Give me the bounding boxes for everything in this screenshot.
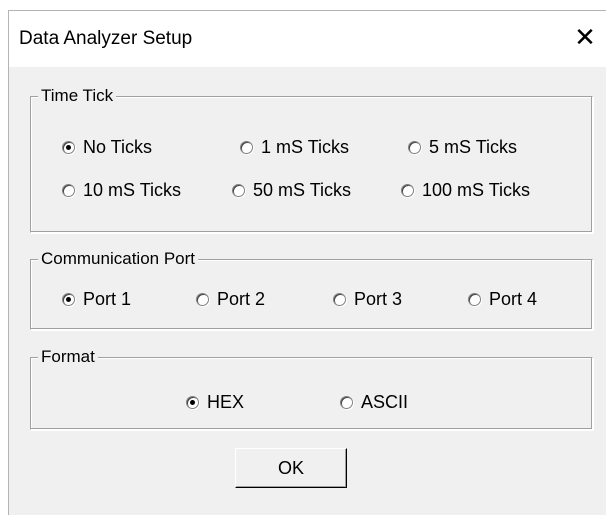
title-bar: Data Analyzer Setup ✕ xyxy=(9,11,606,67)
radio-100ms-ticks[interactable]: 100 mS Ticks xyxy=(401,180,530,201)
radio-no-ticks[interactable]: No Ticks xyxy=(62,137,152,158)
radio-unchecked-icon xyxy=(468,293,481,306)
radio-checked-icon xyxy=(186,396,199,409)
radio-checked-icon xyxy=(62,293,75,306)
radio-label: 10 mS Ticks xyxy=(83,180,182,200)
radio-port-2[interactable]: Port 2 xyxy=(196,289,265,310)
radio-hex[interactable]: HEX xyxy=(186,392,244,413)
communication-port-legend: Communication Port xyxy=(38,249,199,269)
time-tick-legend: Time Tick xyxy=(38,86,117,106)
format-legend: Format xyxy=(38,347,98,367)
radio-label: 50 mS Ticks xyxy=(253,180,352,200)
radio-1ms-ticks[interactable]: 1 mS Ticks xyxy=(240,137,349,158)
radio-port-1[interactable]: Port 1 xyxy=(62,289,131,310)
radio-50ms-ticks[interactable]: 50 mS Ticks xyxy=(232,180,351,201)
dialog-window: Data Analyzer Setup ✕ Time Tick No Ticks… xyxy=(8,10,606,515)
communication-port-group: Communication Port Port 1 Port 2 Port 3 … xyxy=(30,249,593,330)
ok-button-label: OK xyxy=(277,457,304,478)
radio-port-3[interactable]: Port 3 xyxy=(333,289,402,310)
radio-unchecked-icon xyxy=(408,141,421,154)
radio-unchecked-icon xyxy=(240,141,253,154)
radio-checked-icon xyxy=(62,141,75,154)
radio-10ms-ticks[interactable]: 10 mS Ticks xyxy=(62,180,181,201)
radio-label: No Ticks xyxy=(83,137,153,157)
radio-unchecked-icon xyxy=(196,293,209,306)
radio-label: Port 3 xyxy=(354,289,403,309)
radio-unchecked-icon xyxy=(232,184,245,197)
radio-unchecked-icon xyxy=(340,396,353,409)
radio-ascii[interactable]: ASCII xyxy=(340,392,408,413)
radio-label: 1 mS Ticks xyxy=(261,137,350,157)
radio-unchecked-icon xyxy=(401,184,414,197)
radio-port-4[interactable]: Port 4 xyxy=(468,289,537,310)
radio-label: Port 1 xyxy=(83,289,132,309)
radio-label: 100 mS Ticks xyxy=(422,180,531,200)
radio-unchecked-icon xyxy=(333,293,346,306)
radio-label: ASCII xyxy=(361,392,409,412)
format-group: Format HEX ASCII xyxy=(30,347,593,430)
radio-label: HEX xyxy=(207,392,245,412)
close-icon[interactable]: ✕ xyxy=(564,23,606,53)
radio-5ms-ticks[interactable]: 5 mS Ticks xyxy=(408,137,517,158)
radio-unchecked-icon xyxy=(62,184,75,197)
radio-label: 5 mS Ticks xyxy=(429,137,518,157)
radio-label: Port 2 xyxy=(217,289,266,309)
ok-button[interactable]: OK xyxy=(235,448,347,488)
time-tick-group: Time Tick No Ticks 1 mS Ticks 5 mS Ticks… xyxy=(30,86,593,233)
window-title: Data Analyzer Setup xyxy=(19,28,193,49)
radio-label: Port 4 xyxy=(489,289,538,309)
